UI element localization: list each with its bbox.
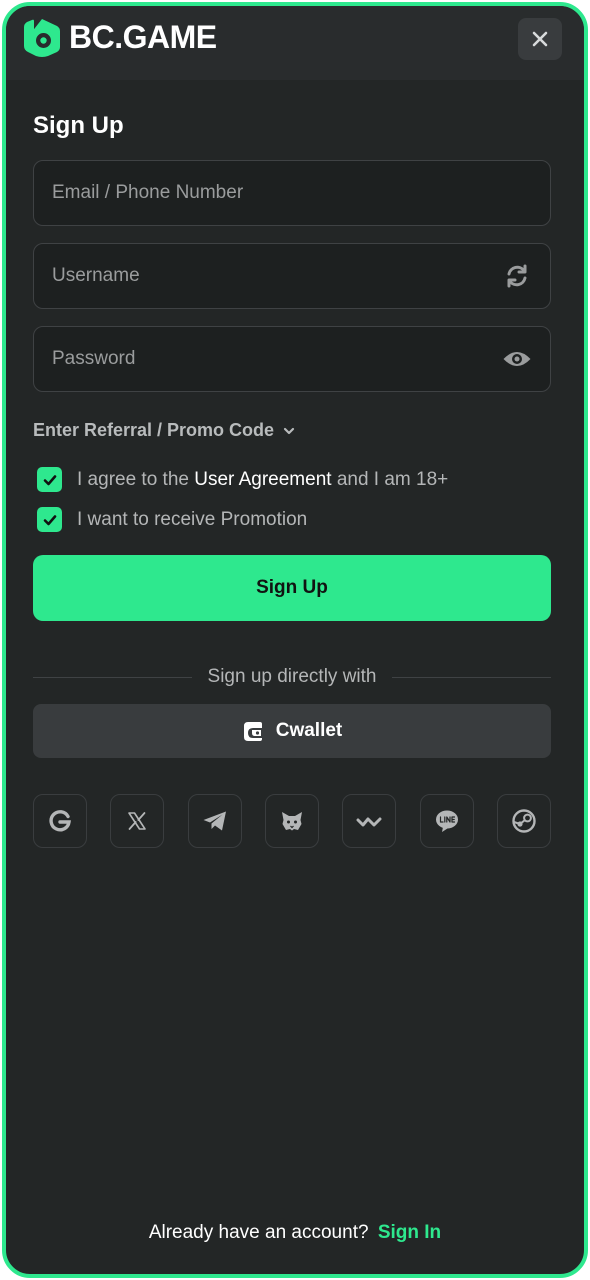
line-icon (435, 810, 458, 832)
divider-line (392, 676, 551, 678)
refresh-username-button[interactable] (502, 261, 532, 291)
cwallet-button[interactable]: Cwallet (33, 704, 551, 758)
walletconnect-icon (356, 817, 382, 827)
header-bar: BC.GAME (6, 6, 584, 80)
signup-modal: BC.GAME Sign Up Email / Phone Number Use… (2, 2, 588, 1278)
agreement-row: I agree to the User Agreement and I am 1… (37, 467, 448, 492)
bcgame-logo-icon (24, 19, 60, 57)
username-field[interactable] (33, 243, 551, 309)
email-field[interactable] (33, 160, 551, 226)
page-title: Sign Up (33, 112, 124, 139)
promotion-label: I want to receive Promotion (77, 508, 308, 530)
username-input[interactable] (52, 265, 502, 287)
signin-prompt-text: Already have an account? (148, 1222, 369, 1243)
sign-in-link[interactable]: Sign In (378, 1222, 441, 1243)
agreement-text: I agree to the User Agreement and I am 1… (77, 469, 448, 491)
bcgame-logo: BC.GAME (22, 17, 217, 57)
walletconnect-login-button[interactable] (342, 794, 397, 848)
metamask-login-button[interactable] (264, 794, 319, 848)
divider-line (33, 676, 192, 678)
steam-icon (512, 809, 536, 833)
agreement-prefix: I agree to the (77, 468, 189, 490)
logo-text: BC.GAME (69, 18, 217, 55)
agreement-checkbox[interactable] (37, 467, 62, 492)
x-icon (128, 812, 147, 830)
metamask-icon (281, 812, 302, 831)
user-agreement-link[interactable]: User Agreement (194, 469, 331, 490)
line-login-button[interactable] (419, 794, 474, 848)
signin-prompt: Already have an account? Sign In (6, 1222, 584, 1244)
steam-login-button[interactable] (496, 794, 551, 848)
toggle-password-visibility[interactable] (502, 344, 532, 374)
promotion-checkbox[interactable] (37, 507, 62, 532)
refresh-icon (507, 264, 527, 288)
social-login-row (33, 794, 551, 848)
cwallet-label: Cwallet (275, 720, 343, 741)
checkmark-icon (43, 474, 56, 485)
referral-code-toggle[interactable]: Enter Referral / Promo Code (33, 420, 295, 441)
password-field[interactable] (33, 326, 551, 392)
cwallet-icon (243, 722, 262, 741)
telegram-login-button[interactable] (187, 794, 242, 848)
google-icon (49, 810, 71, 832)
agreement-suffix: and I am 18+ (336, 468, 449, 490)
referral-label: Enter Referral / Promo Code (33, 420, 275, 440)
close-button[interactable] (518, 18, 562, 60)
password-input[interactable] (52, 348, 502, 370)
chevron-down-icon (283, 427, 295, 434)
eye-icon (503, 352, 531, 366)
email-input[interactable] (52, 182, 532, 204)
close-icon (532, 31, 548, 47)
social-divider: Sign up directly with (33, 666, 551, 688)
social-divider-label: Sign up directly with (207, 666, 377, 687)
x-login-button[interactable] (110, 794, 165, 848)
checkmark-icon (43, 514, 56, 525)
sign-up-button[interactable]: Sign Up (33, 555, 551, 621)
promotion-row: I want to receive Promotion (37, 507, 307, 532)
google-login-button[interactable] (33, 794, 87, 848)
telegram-icon (203, 811, 226, 831)
